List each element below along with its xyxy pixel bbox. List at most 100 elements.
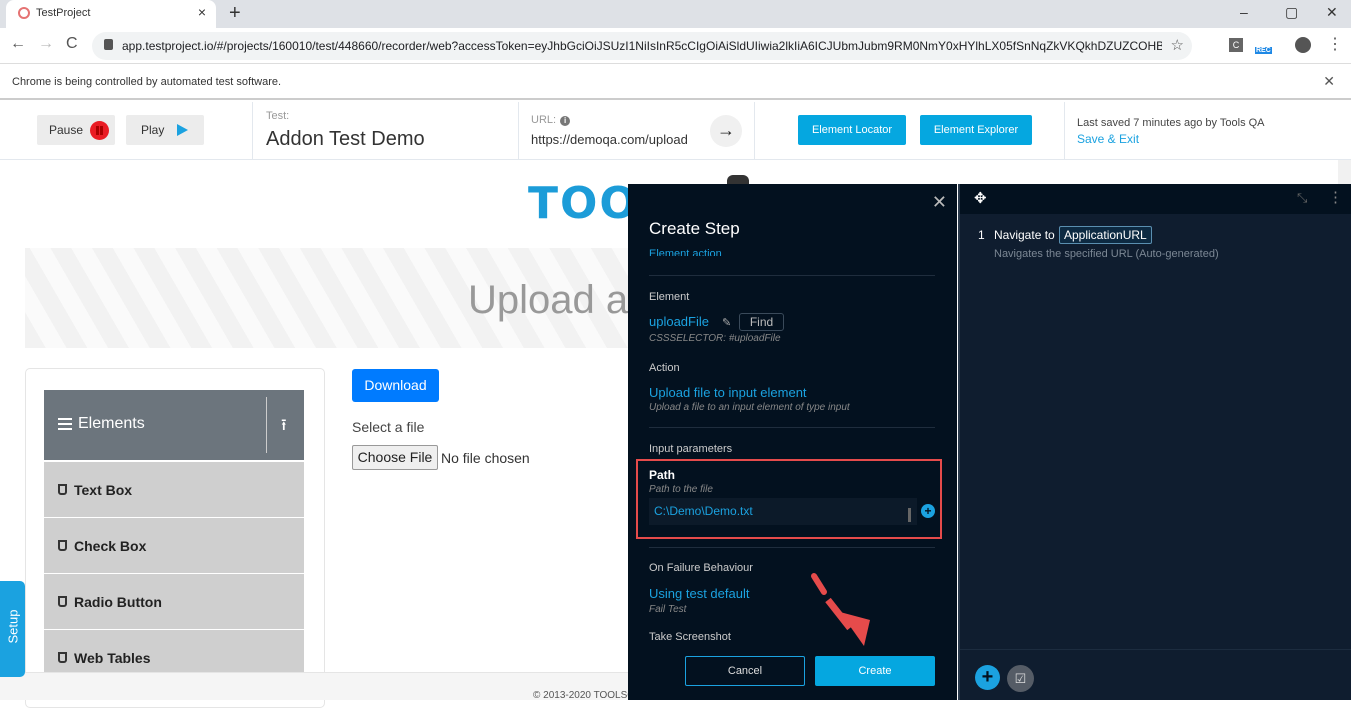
element-explorer-button[interactable]: Element Explorer — [920, 115, 1032, 145]
create-step-title: Create Step — [649, 219, 740, 238]
divider — [754, 102, 755, 160]
sidebar-item-check-box[interactable]: Check Box — [44, 518, 304, 573]
back-button[interactable]: ← — [10, 35, 26, 53]
address-url[interactable]: app.testproject.io/#/projects/160010/tes… — [122, 39, 1162, 53]
html5-icon — [58, 540, 67, 551]
take-screenshot-label: Take Screenshot — [649, 631, 731, 643]
pause-button[interactable]: Pause — [37, 115, 115, 145]
url-label-text: URL: — [531, 114, 557, 126]
sidebar-item-text-box[interactable]: Text Box — [44, 462, 304, 517]
maximize-button[interactable]: ▢ — [1285, 4, 1298, 21]
action-description: Upload a file to an input element of typ… — [649, 402, 850, 413]
step-description: Navigates the specified URL (Auto-genera… — [994, 248, 1219, 260]
html5-icon — [58, 484, 67, 495]
element-locator-button[interactable]: Element Locator — [798, 115, 906, 145]
add-validation-button[interactable]: ☑ — [1007, 665, 1034, 692]
play-label: Play — [141, 123, 165, 137]
close-icon[interactable]: ✕ — [932, 192, 947, 213]
infobar-close-icon[interactable]: ✕ — [1323, 73, 1335, 90]
sidebar-item-web-tables[interactable]: Web Tables — [44, 630, 304, 672]
test-name: Addon Test Demo — [266, 128, 425, 150]
download-button[interactable]: Download — [352, 369, 439, 402]
sidebar-item-label: Radio Button — [74, 594, 162, 610]
reload-button[interactable]: C — [66, 35, 78, 53]
navigate-arrow-button[interactable]: → — [710, 115, 742, 147]
testproject-rec-extension-icon[interactable]: REC — [1255, 36, 1273, 54]
pause-icon — [90, 121, 109, 140]
sidebar-item-radio-button[interactable]: Radio Button — [44, 574, 304, 629]
profile-icon[interactable] — [1295, 37, 1311, 53]
step-number: 1 — [978, 228, 985, 242]
collapse-icon[interactable]: ⤡ — [1297, 190, 1307, 206]
element-selector-text: CSSSELECTOR: #uploadFile — [649, 333, 781, 344]
browser-tab[interactable]: TestProject × — [6, 0, 216, 28]
setup-tab[interactable]: Setup — [0, 581, 25, 677]
failure-behaviour-label: On Failure Behaviour — [649, 562, 753, 574]
tab-close-icon[interactable]: × — [198, 4, 206, 20]
cancel-button[interactable]: Cancel — [685, 656, 805, 686]
forward-button[interactable]: → — [38, 35, 54, 53]
action-name-link[interactable]: Upload file to input element — [649, 385, 807, 400]
steps-panel-header: ✥ ⤡ ⋮ — [960, 184, 1351, 214]
bookmark-star-icon[interactable]: ☆ — [1171, 36, 1184, 54]
steps-panel: ✥ ⤡ ⋮ 1 Navigate to ApplicationURL Navig… — [958, 184, 1351, 700]
path-param-description: Path to the file — [649, 484, 713, 495]
add-parameter-icon[interactable]: + — [921, 504, 935, 518]
find-button[interactable]: Find — [739, 313, 784, 331]
hamburger-icon — [58, 418, 72, 430]
failure-behaviour-link[interactable]: Using test default — [649, 586, 749, 601]
browser-menu-icon[interactable]: ⋮ — [1327, 34, 1343, 54]
step-action[interactable]: Navigate to — [994, 228, 1055, 242]
info-icon[interactable]: i — [560, 116, 571, 126]
collapse-up-icon[interactable]: ⭱ — [281, 414, 287, 441]
step-parameter[interactable]: ApplicationURL — [1059, 226, 1152, 244]
divider — [518, 102, 519, 160]
save-exit-link[interactable]: Save & Exit — [1077, 132, 1139, 146]
divider — [649, 275, 935, 276]
recorder-header: Pause Play Test: Addon Test Demo URL: i h… — [0, 102, 1351, 160]
sidebar-item-label: Text Box — [74, 482, 133, 498]
automation-infobar: Chrome is being controlled by automated … — [0, 64, 1351, 100]
browser-tab-bar: TestProject × + – ▢ ✕ — [0, 0, 1351, 28]
element-name-link[interactable]: uploadFile — [649, 314, 709, 329]
play-button[interactable]: Play — [126, 115, 204, 145]
no-file-chosen-text: No file chosen — [441, 450, 530, 466]
divider — [960, 649, 1351, 650]
play-icon — [177, 124, 188, 136]
last-saved-text: Last saved 7 minutes ago by Tools QA — [1077, 117, 1265, 129]
choose-file-button[interactable]: Choose File — [352, 445, 438, 470]
url-input[interactable]: https://demoqa.com/upload-download — [531, 132, 688, 147]
address-bar[interactable]: app.testproject.io/#/projects/160010/tes… — [92, 32, 1192, 60]
divider — [266, 397, 267, 453]
extension-c-icon[interactable]: C — [1229, 38, 1243, 52]
create-step-panel: ✕ Create Step Element action Element upl… — [628, 184, 957, 700]
testproject-favicon-icon — [18, 7, 30, 19]
html5-icon — [58, 596, 67, 607]
path-input[interactable]: C:\Demo\Demo.txt — [649, 498, 917, 525]
page-footer: © 2013-2020 TOOLSQA.COM — [0, 672, 668, 701]
element-action-link[interactable]: Element action — [649, 248, 722, 256]
infobar-message: Chrome is being controlled by automated … — [12, 76, 282, 88]
url-label: URL: i — [531, 114, 571, 126]
move-icon[interactable]: ✥ — [974, 189, 987, 207]
minimize-button[interactable]: – — [1240, 4, 1248, 20]
add-step-button[interactable]: + — [975, 665, 1000, 690]
window-close-button[interactable]: ✕ — [1326, 4, 1338, 21]
action-section-label: Action — [649, 362, 680, 374]
test-label: Test: — [266, 110, 290, 122]
path-input-value[interactable]: C:\Demo\Demo.txt — [654, 504, 753, 518]
html5-icon — [58, 652, 67, 663]
create-button[interactable]: Create — [815, 656, 935, 686]
lock-icon — [104, 39, 113, 50]
sidebar-item-label: Check Box — [74, 538, 147, 554]
path-param-label: Path — [649, 468, 676, 482]
elements-group-header[interactable]: Elements ⭱ — [44, 390, 304, 460]
new-tab-button[interactable]: + — [229, 2, 241, 25]
elements-title: Elements — [78, 415, 145, 432]
pencil-icon[interactable]: ✎ — [722, 316, 731, 329]
pause-label: Pause — [49, 123, 84, 137]
input-parameters-label: Input parameters — [649, 443, 733, 455]
divider — [649, 547, 935, 548]
more-options-icon[interactable]: ⋮ — [1328, 188, 1343, 206]
input-scrollbar[interactable] — [908, 508, 911, 522]
